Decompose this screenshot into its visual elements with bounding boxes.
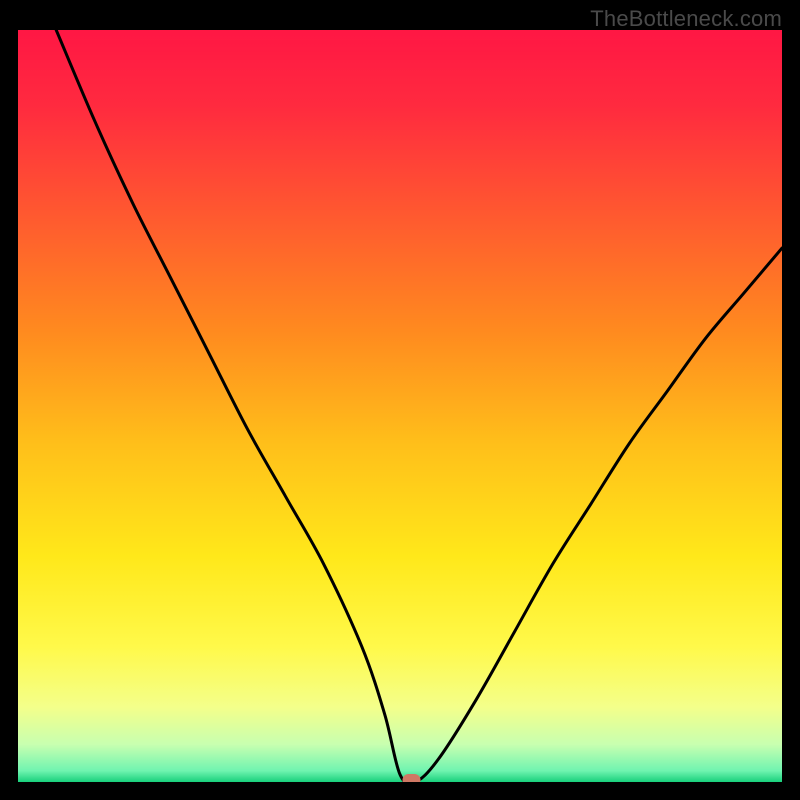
chart-frame: TheBottleneck.com [0,0,800,800]
chart-svg [18,30,782,782]
watermark-label: TheBottleneck.com [590,6,782,32]
gradient-background [18,30,782,782]
optimal-point-marker [403,774,421,782]
bottleneck-plot [18,30,782,782]
